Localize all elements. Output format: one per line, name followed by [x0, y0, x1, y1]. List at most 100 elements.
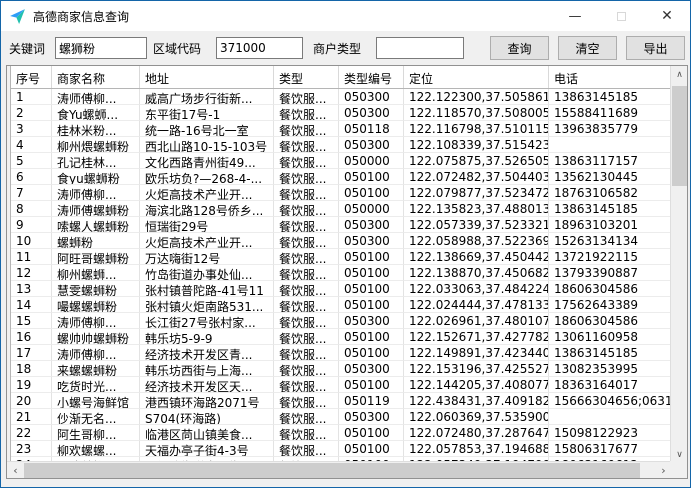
- table-cell[interactable]: 122.152671,37.427782: [404, 329, 549, 345]
- table-cell[interactable]: 涛师傅柳...: [52, 89, 140, 105]
- table-cell[interactable]: 餐饮服...: [274, 297, 339, 313]
- table-cell[interactable]: 餐饮服...: [274, 217, 339, 233]
- table-cell[interactable]: 16: [11, 329, 52, 345]
- table-cell[interactable]: 122.122300,37.505861: [404, 89, 549, 105]
- table-cell[interactable]: 食Yu螺蛳...: [52, 105, 140, 121]
- table-cell[interactable]: 4: [11, 137, 52, 153]
- table-cell[interactable]: 050100: [339, 377, 404, 393]
- table-cell[interactable]: 122.138669,37.450442: [404, 249, 549, 265]
- table-cell[interactable]: 15098122923: [549, 425, 672, 441]
- table-cell[interactable]: 欧乐坊负?—268-4-...: [140, 169, 274, 185]
- table-cell[interactable]: 13793390887: [549, 265, 672, 281]
- table-cell[interactable]: 孔记桂林...: [52, 153, 140, 169]
- table-cell[interactable]: 050100: [339, 297, 404, 313]
- table-cell[interactable]: 3: [11, 121, 52, 137]
- column-header[interactable]: 定位: [404, 66, 549, 88]
- table-row[interactable]: 8涛师傅螺蛳粉海滨北路128号侨乡...餐饮服...050000122.1358…: [11, 201, 672, 217]
- table-row[interactable]: 16螺帅帅螺蛳粉韩乐坊5-9-9餐饮服...050100122.152671,3…: [11, 329, 672, 345]
- table-cell[interactable]: 食yu螺蛳粉: [52, 169, 140, 185]
- table-cell[interactable]: 嘬螺螺蛳粉: [52, 297, 140, 313]
- close-button[interactable]: ✕: [644, 1, 690, 31]
- table-row[interactable]: 7涛师傅柳...火炬高技术产业开...餐饮服...050100122.07987…: [11, 185, 672, 201]
- table-cell[interactable]: 122.149891,37.423440: [404, 345, 549, 361]
- table-cell[interactable]: 餐饮服...: [274, 425, 339, 441]
- column-header[interactable]: 地址: [140, 66, 274, 88]
- table-cell[interactable]: 威高广场步行街新...: [140, 89, 274, 105]
- table-row[interactable]: 14嘬螺螺蛳粉张村镇火炬南路531...餐饮服...050100122.0244…: [11, 297, 672, 313]
- table-cell[interactable]: 张村镇火炬南路531...: [140, 297, 274, 313]
- table-cell[interactable]: 2: [11, 105, 52, 121]
- table-cell[interactable]: 050300: [339, 361, 404, 377]
- table-cell[interactable]: 122.144205,37.408077: [404, 377, 549, 393]
- table-cell[interactable]: 050100: [339, 425, 404, 441]
- merchant-type-input[interactable]: [376, 37, 464, 59]
- table-cell[interactable]: 18363164017: [549, 377, 672, 393]
- table-cell[interactable]: [549, 409, 672, 425]
- table-cell[interactable]: 天福办亭子街4-3号: [140, 441, 274, 457]
- table-cell[interactable]: 临港区苘山镇美食...: [140, 425, 274, 441]
- table-cell[interactable]: 餐饮服...: [274, 89, 339, 105]
- table-cell[interactable]: 18606304586: [549, 281, 672, 297]
- scroll-up-arrow-icon[interactable]: ∧: [671, 66, 688, 83]
- column-header[interactable]: 电话: [549, 66, 672, 88]
- table-cell[interactable]: 13863145185: [549, 201, 672, 217]
- table-cell[interactable]: 港西镇环海路2071号: [140, 393, 274, 409]
- table-cell[interactable]: 仯渐无名...: [52, 409, 140, 425]
- table-row[interactable]: 6食yu螺蛳粉欧乐坊负?—268-4-...餐饮服...050100122.07…: [11, 169, 672, 185]
- table-cell[interactable]: 海滨北路128号侨乡...: [140, 201, 274, 217]
- table-row[interactable]: 4柳州煨螺蛳粉西北山路10-15-103号餐饮服...050300122.108…: [11, 137, 672, 153]
- keyword-input[interactable]: [55, 37, 147, 59]
- table-cell[interactable]: 122.072480,37.287647: [404, 425, 549, 441]
- table-row[interactable]: 9嗦螺人螺蛳粉恒瑞街29号餐饮服...050300122.057339,37.5…: [11, 217, 672, 233]
- table-cell[interactable]: 10: [11, 233, 52, 249]
- table-cell[interactable]: 050300: [339, 233, 404, 249]
- vertical-scrollbar[interactable]: ∧ ∨: [670, 66, 687, 463]
- table-cell[interactable]: 8: [11, 201, 52, 217]
- table-cell[interactable]: 螺蛳粉: [52, 233, 140, 249]
- table-cell[interactable]: 122.024444,37.478133: [404, 297, 549, 313]
- table-cell[interactable]: 火炬高技术产业开...: [140, 185, 274, 201]
- table-row[interactable]: 23柳欢螺螺...天福办亭子街4-3号餐饮服...050100122.05785…: [11, 441, 672, 457]
- table-cell[interactable]: 050100: [339, 329, 404, 345]
- table-cell[interactable]: 柳州螺蛳...: [52, 265, 140, 281]
- table-cell[interactable]: 122.438431,37.409182: [404, 393, 549, 409]
- table-cell[interactable]: [549, 137, 672, 153]
- table-cell[interactable]: 050100: [339, 345, 404, 361]
- query-button[interactable]: 查询: [490, 36, 549, 60]
- table-cell[interactable]: 20: [11, 393, 52, 409]
- table-cell[interactable]: 1: [11, 89, 52, 105]
- table-cell[interactable]: 来螺螺蛳粉: [52, 361, 140, 377]
- table-cell[interactable]: 阿旺哥螺蛳粉: [52, 249, 140, 265]
- table-cell[interactable]: 9: [11, 217, 52, 233]
- table-cell[interactable]: 7: [11, 185, 52, 201]
- table-cell[interactable]: 韩乐坊西街与上海...: [140, 361, 274, 377]
- table-cell[interactable]: 050100: [339, 185, 404, 201]
- table-cell[interactable]: 050300: [339, 217, 404, 233]
- table-row[interactable]: 1涛师傅柳...威高广场步行街新...餐饮服...050300122.12230…: [11, 89, 672, 105]
- table-cell[interactable]: 6: [11, 169, 52, 185]
- table-cell[interactable]: 柳欢螺螺...: [52, 441, 140, 457]
- table-cell[interactable]: 122.116798,37.510115: [404, 121, 549, 137]
- table-cell[interactable]: 050100: [339, 441, 404, 457]
- table-cell[interactable]: 17562643389: [549, 297, 672, 313]
- table-row[interactable]: 21仯渐无名...S704(环海路)餐饮服...050300122.060369…: [11, 409, 672, 425]
- table-cell[interactable]: 122.072482,37.504403: [404, 169, 549, 185]
- table-cell[interactable]: 050000: [339, 153, 404, 169]
- table-cell[interactable]: 桂林米粉...: [52, 121, 140, 137]
- table-cell[interactable]: 餐饮服...: [274, 329, 339, 345]
- table-cell[interactable]: 13863145185: [549, 345, 672, 361]
- table-cell[interactable]: 122.075875,37.526505: [404, 153, 549, 169]
- table-cell[interactable]: 122.118570,37.508005: [404, 105, 549, 121]
- table-cell[interactable]: 122.153196,37.425527: [404, 361, 549, 377]
- table-cell[interactable]: 22: [11, 425, 52, 441]
- table-cell[interactable]: 餐饮服...: [274, 377, 339, 393]
- table-cell[interactable]: 火炬高技术产业开...: [140, 233, 274, 249]
- table-cell[interactable]: 050100: [339, 281, 404, 297]
- table-cell[interactable]: 122.057853,37.194688: [404, 441, 549, 457]
- table-cell[interactable]: 050300: [339, 137, 404, 153]
- table-cell[interactable]: 13562130445: [549, 169, 672, 185]
- table-cell[interactable]: 050300: [339, 89, 404, 105]
- table-row[interactable]: 5孔记桂林...文化西路青州街49...餐饮服...050000122.0758…: [11, 153, 672, 169]
- table-cell[interactable]: 050118: [339, 121, 404, 137]
- table-cell[interactable]: 122.026961,37.480107: [404, 313, 549, 329]
